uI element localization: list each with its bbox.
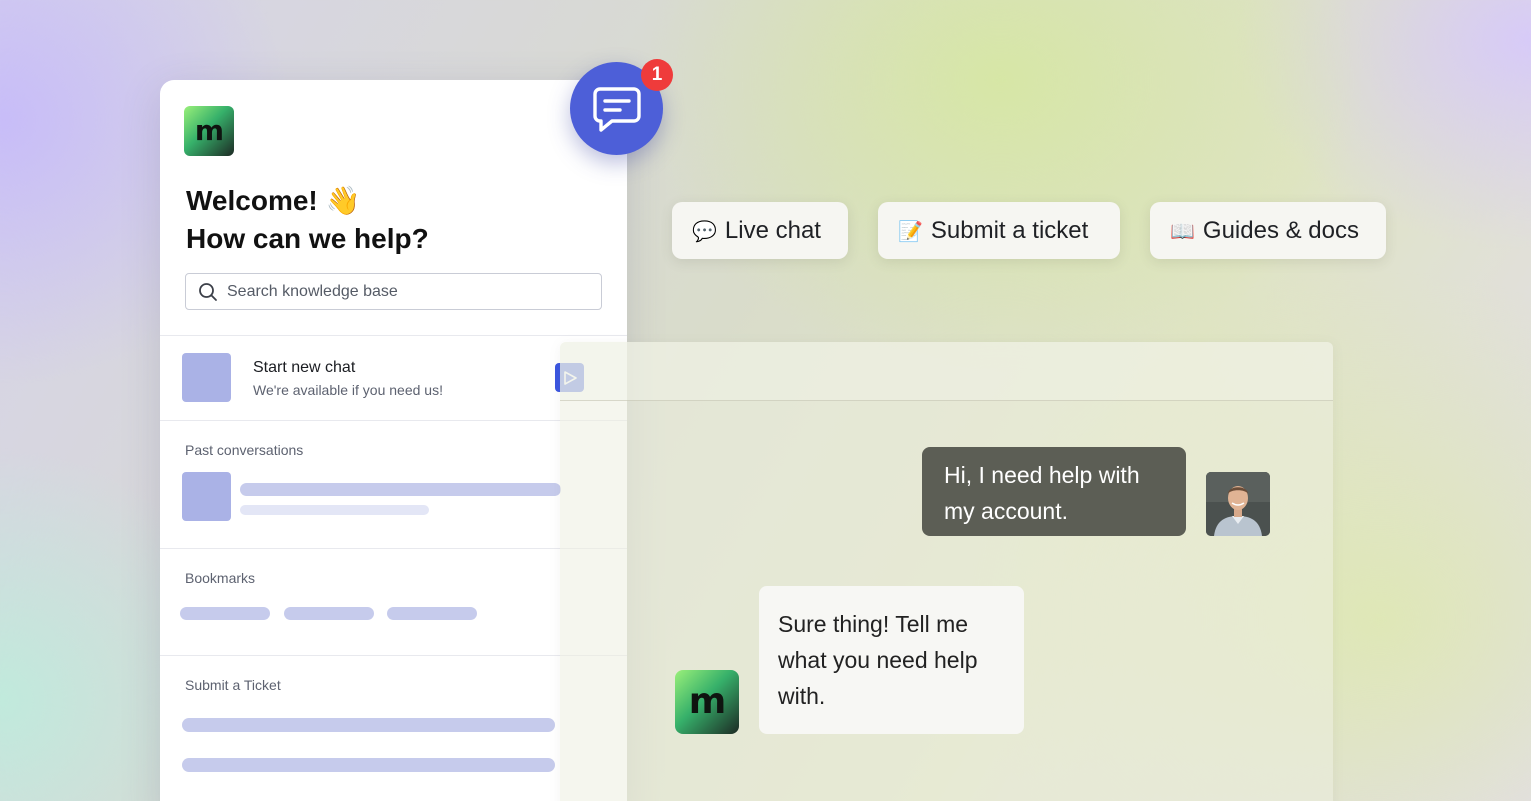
start-new-chat-row[interactable]: Start new chat We're available if you ne… xyxy=(182,353,602,403)
notification-badge: 1 xyxy=(641,59,673,91)
bookmark-placeholder[interactable] xyxy=(180,607,270,620)
bookmarks-label: Bookmarks xyxy=(185,570,256,586)
ticket-placeholder-line xyxy=(182,758,555,772)
divider xyxy=(160,420,627,421)
divider xyxy=(160,335,627,336)
user-message-bubble: Hi, I need help with my account. xyxy=(922,447,1186,536)
agent-message-bubble: Sure thing! Tell me what you need help w… xyxy=(759,586,1024,734)
start-chat-subtitle: We're available if you need us! xyxy=(253,382,443,398)
pill-label: Submit a ticket xyxy=(930,216,1089,244)
divider xyxy=(160,548,627,549)
conversation-placeholder-line xyxy=(240,483,561,496)
search-placeholder: Search knowledge base xyxy=(227,282,398,300)
welcome-heading: Welcome! 👋 How can we help? xyxy=(186,182,429,258)
start-chat-title: Start new chat xyxy=(253,359,356,376)
welcome-line-2: How can we help? xyxy=(186,223,429,254)
user-avatar xyxy=(1206,472,1270,536)
divider xyxy=(160,655,627,656)
speech-balloon-icon: 💬 xyxy=(692,218,717,243)
chat-bubble-icon xyxy=(592,86,641,132)
pill-label: Live chat xyxy=(724,216,821,244)
pill-label: Guides & docs xyxy=(1202,216,1359,244)
help-widget-panel: m Welcome! 👋 How can we help? Search kno… xyxy=(160,80,627,801)
welcome-line-1: Welcome! 👋 xyxy=(186,185,361,216)
ticket-placeholder-line xyxy=(182,718,555,732)
submit-ticket-label: Submit a Ticket xyxy=(185,677,281,693)
conversation-thumbnail xyxy=(182,472,231,521)
search-input[interactable]: Search knowledge base xyxy=(185,273,602,310)
brand-logo: m xyxy=(184,106,234,156)
agent-avatar-logo: m xyxy=(675,670,739,734)
start-chat-thumbnail xyxy=(182,353,231,402)
chat-window-header xyxy=(560,342,1333,401)
open-book-icon: 📖 xyxy=(1170,218,1195,243)
brand-logo-letter: m xyxy=(194,114,224,147)
past-conversations-label: Past conversations xyxy=(185,442,304,458)
memo-icon: 📝 xyxy=(898,218,923,243)
user-avatar-photo xyxy=(1206,472,1270,536)
guides-docs-pill[interactable]: 📖 Guides & docs xyxy=(1150,202,1386,259)
bookmark-placeholder[interactable] xyxy=(284,607,374,620)
bookmark-placeholder[interactable] xyxy=(387,607,477,620)
search-icon xyxy=(199,282,217,301)
conversation-placeholder-line xyxy=(240,505,429,515)
live-chat-pill[interactable]: 💬 Live chat xyxy=(672,202,848,259)
agent-logo-letter: m xyxy=(688,681,727,722)
submit-ticket-pill[interactable]: 📝 Submit a ticket xyxy=(878,202,1120,259)
